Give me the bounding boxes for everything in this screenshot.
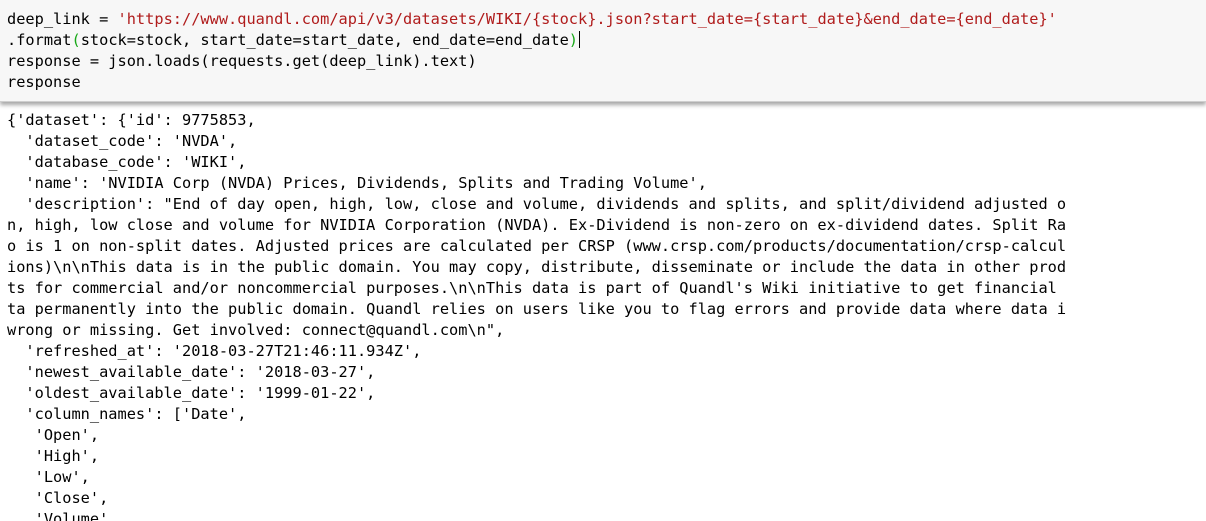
- code-input-cell[interactable]: deep_link = 'https://www.quandl.com/api/…: [0, 0, 1206, 102]
- code-token-url-string: 'https://www.quandl.com/api/v3/datasets/…: [117, 10, 1057, 28]
- output-line: 'dataset_code': 'NVDA',: [7, 132, 238, 150]
- notebook-page: deep_link = 'https://www.quandl.com/api/…: [0, 0, 1206, 521]
- output-line: {'dataset': {'id': 9775853,: [7, 111, 256, 129]
- code-line: deep_link = 'https://www.quandl.com/api/…: [7, 9, 1057, 30]
- text-cursor: [579, 31, 581, 48]
- cell-output: {'dataset': {'id': 9775853, 'dataset_cod…: [7, 110, 1206, 521]
- output-line: 'Volume',: [7, 510, 118, 521]
- code-line: .format(stock=stock, start_date=start_da…: [7, 30, 1057, 51]
- output-line: o is 1 on non-split dates. Adjusted pric…: [7, 237, 1067, 255]
- code-line: response = json.loads(requests.get(deep_…: [7, 52, 477, 70]
- code-token-args: stock=stock, start_date=start_date, end_…: [80, 31, 569, 49]
- output-line: 'refreshed_at': '2018-03-27T21:46:11.934…: [7, 342, 422, 360]
- output-line: 'column_names': ['Date',: [7, 405, 247, 423]
- output-line: n, high, low close and volume for NVIDIA…: [7, 216, 1067, 234]
- output-line: 'oldest_available_date': '1999-01-22',: [7, 384, 376, 402]
- code-token-close-paren: ): [568, 31, 579, 49]
- code-editor[interactable]: deep_link = 'https://www.quandl.com/api/…: [7, 9, 1057, 93]
- code-token-open-paren: (: [71, 31, 81, 49]
- output-line: 'name': 'NVIDIA Corp (NVDA) Prices, Divi…: [7, 174, 707, 192]
- output-line: wrong or missing. Get involved: connect@…: [7, 321, 505, 339]
- output-line: 'newest_available_date': '2018-03-27',: [7, 363, 376, 381]
- output-line: 'Close',: [7, 489, 109, 507]
- output-line: 'database_code': 'WIKI',: [7, 153, 247, 171]
- output-line: 'description': "End of day open, high, l…: [7, 195, 1067, 213]
- code-token-assignment: deep_link =: [7, 10, 118, 28]
- output-line: ions)\n\nThis data is in the public doma…: [7, 258, 1067, 276]
- code-token-method: .format: [7, 31, 72, 49]
- output-line: ta permanently into the public domain. Q…: [7, 300, 1067, 318]
- output-line: 'High',: [7, 447, 100, 465]
- code-line: response: [7, 73, 81, 91]
- output-line: 'Low',: [7, 468, 90, 486]
- output-line: ts for commercial and/or noncommercial p…: [7, 279, 1057, 297]
- output-line: 'Open',: [7, 426, 100, 444]
